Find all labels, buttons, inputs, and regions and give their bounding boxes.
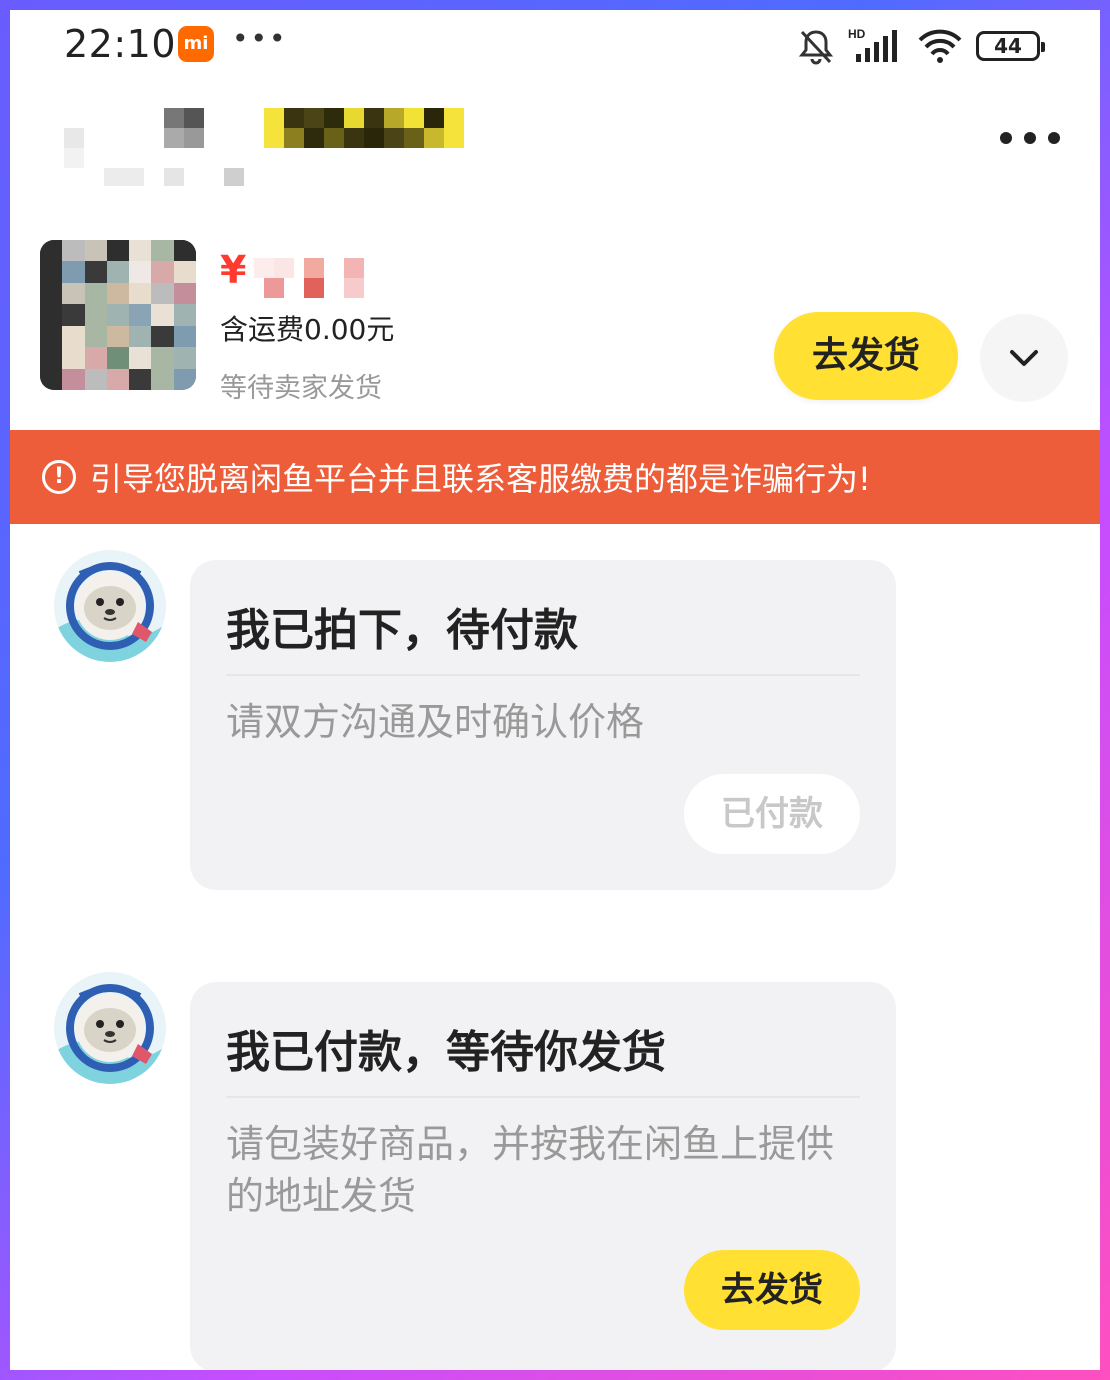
status-bar: 22:10 mi ••• HD 44 bbox=[10, 10, 1100, 80]
fraud-warning-banner: ! 引导您脱离闲鱼平台并且联系客服缴费的都是诈骗行为! bbox=[10, 430, 1100, 524]
order-status: 等待卖家发货 bbox=[220, 373, 382, 404]
signal-icon: HD bbox=[848, 27, 897, 62]
price-currency: ¥ bbox=[220, 248, 247, 292]
message-bubble: 我已拍下，待付款 请双方沟通及时确认价格 已付款 bbox=[190, 560, 896, 890]
battery-indicator: 44 bbox=[976, 31, 1045, 61]
divider bbox=[226, 674, 860, 676]
warning-icon: ! bbox=[42, 460, 76, 494]
more-notifications-icon: ••• bbox=[232, 22, 288, 55]
avatar[interactable] bbox=[54, 972, 166, 1084]
chat-header bbox=[10, 90, 1100, 220]
mi-notification-icon: mi bbox=[178, 26, 214, 62]
seal-mascot-icon bbox=[54, 550, 166, 662]
warning-text: 引导您脱离闲鱼平台并且联系客服缴费的都是诈骗行为! bbox=[90, 460, 871, 498]
shipping-fee: 含运费0.00元 bbox=[220, 313, 395, 346]
seal-mascot-icon bbox=[54, 972, 166, 1084]
product-card[interactable]: ¥ 含运费0.00元 等待卖家发货 去发货 bbox=[10, 232, 1100, 432]
message-body: 请包装好商品，并按我在闲鱼上提供的地址发货 bbox=[226, 1122, 835, 1218]
status-time: 22:10 bbox=[64, 22, 177, 66]
status-icons: HD 44 bbox=[796, 24, 1045, 68]
system-message: 我已付款，等待你发货 请包装好商品，并按我在闲鱼上提供的地址发货 去发货 bbox=[10, 972, 1100, 1370]
ship-button[interactable]: 去发货 bbox=[684, 1250, 860, 1330]
wifi-icon bbox=[918, 29, 962, 63]
paid-button[interactable]: 已付款 bbox=[684, 774, 860, 854]
bell-muted-icon bbox=[798, 30, 834, 65]
product-thumbnail bbox=[40, 240, 196, 390]
message-bubble: 我已付款，等待你发货 请包装好商品，并按我在闲鱼上提供的地址发货 去发货 bbox=[190, 982, 896, 1370]
message-title: 我已拍下，待付款 bbox=[226, 605, 578, 656]
avatar[interactable] bbox=[54, 550, 166, 662]
more-options-icon[interactable] bbox=[1000, 132, 1060, 144]
app-frame: 22:10 mi ••• HD 44 ¥ 含运费0.00元 等待卖家发货 去发货… bbox=[10, 10, 1100, 1370]
divider bbox=[226, 1096, 860, 1098]
expand-button[interactable] bbox=[980, 314, 1068, 402]
chevron-down-icon bbox=[1010, 350, 1038, 366]
message-title: 我已付款，等待你发货 bbox=[226, 1027, 666, 1078]
ship-button[interactable]: 去发货 bbox=[774, 312, 958, 400]
message-body: 请双方沟通及时确认价格 bbox=[226, 700, 645, 744]
system-message: 我已拍下，待付款 请双方沟通及时确认价格 已付款 bbox=[10, 550, 1100, 900]
network-type-label: HD bbox=[848, 27, 866, 41]
